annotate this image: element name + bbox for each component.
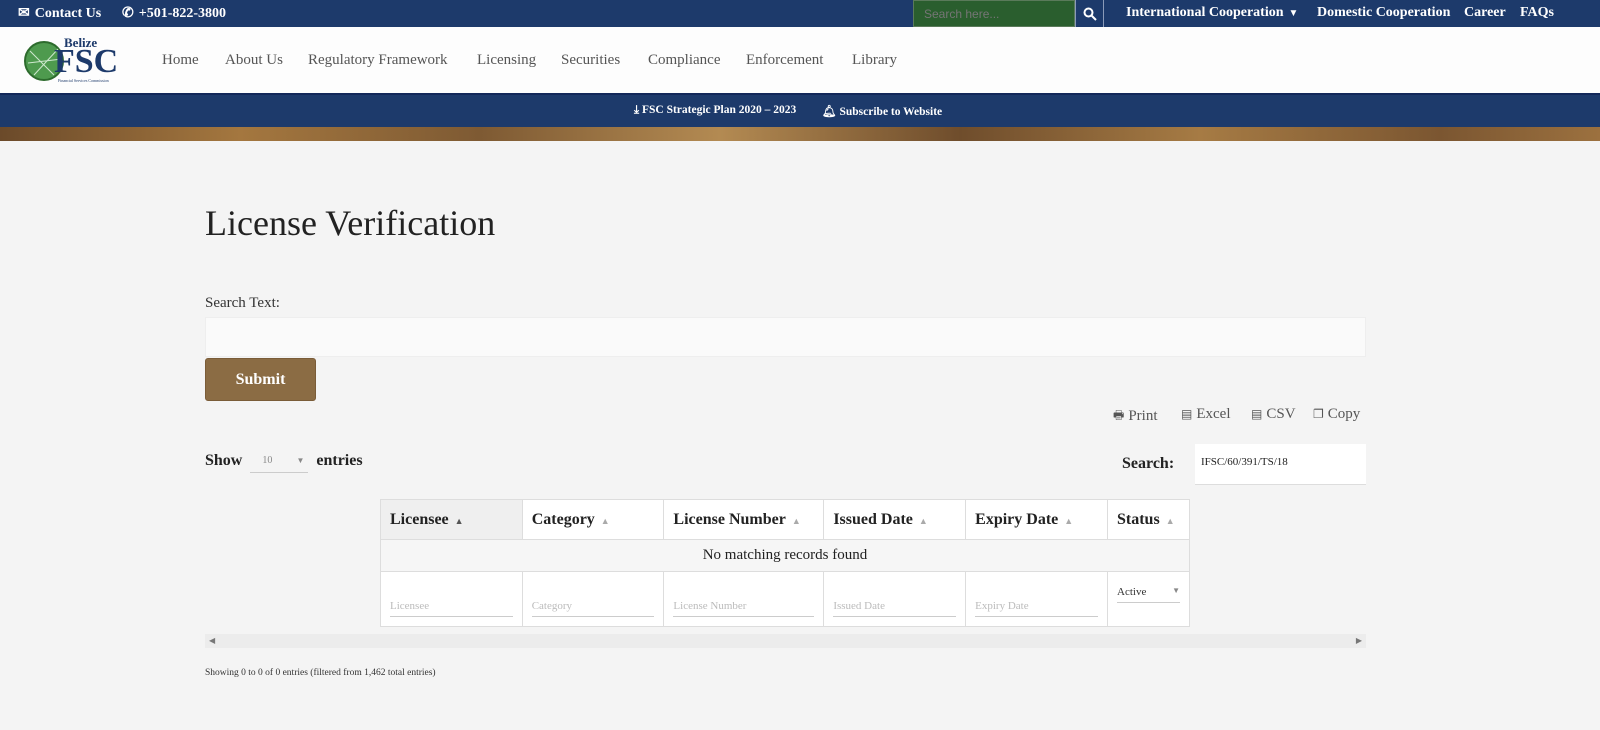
print-button[interactable]: 🖶 Print [1113, 406, 1158, 427]
faqs-link[interactable]: FAQs [1520, 5, 1554, 21]
filter-row: Licensee Category License Number Issued … [380, 571, 1190, 627]
caret-down-icon: ▼ [1172, 585, 1180, 595]
expiry-date-filter[interactable]: Expiry Date [975, 596, 1098, 617]
top-bar: ✉ Contact Us ✆ +501-822-3800 International… [0, 0, 1600, 27]
nav-about-us[interactable]: About Us [225, 52, 283, 69]
sort-icon: ▲ [600, 515, 610, 526]
nav-licensing[interactable]: Licensing [477, 52, 536, 69]
sort-icon: ▲ [1064, 515, 1074, 526]
fsc-logo[interactable]: Belize FSC Financial Services Commission [24, 35, 124, 83]
col-status[interactable]: Status ▲ [1107, 499, 1190, 540]
main-nav: Belize FSC Financial Services Commission… [0, 27, 1600, 93]
horizontal-scrollbar[interactable]: ◀ ▶ [205, 634, 1366, 648]
status-filter-select[interactable]: Active ▼ [1117, 582, 1180, 603]
nav-securities[interactable]: Securities [561, 52, 620, 69]
licensee-filter[interactable]: Licensee [390, 596, 513, 617]
nav-enforcement[interactable]: Enforcement [746, 52, 823, 69]
announcement-strip: ⤓ FSC Strategic Plan 2020 – 2023 🔔︎ Subs… [0, 93, 1600, 127]
link-label: International Cooperation [1126, 5, 1284, 20]
search-text-label: Search Text: [205, 295, 280, 311]
strategic-plan-link[interactable]: ⤓ FSC Strategic Plan 2020 – 2023 [634, 104, 796, 117]
copy-label: Copy [1327, 406, 1361, 422]
search-icon [1083, 7, 1097, 21]
logo-sub: Financial Services Commission [58, 78, 109, 83]
contact-label: Contact Us [34, 5, 102, 21]
print-icon: 🖶 [1113, 408, 1125, 422]
copy-icon: ❐ [1313, 407, 1324, 421]
license-table: Licensee ▲ Category ▲ License Number ▲ Issu… [380, 499, 1190, 627]
subscribe-label: Subscribe to Website [839, 106, 943, 118]
sort-icon: ▲ [1165, 515, 1175, 526]
status-filter-value: Active [1117, 585, 1147, 598]
length-control: Show 10 ▼ entries [205, 448, 363, 473]
international-cooperation-link[interactable]: International Cooperation ▼ [1126, 5, 1298, 21]
logo-main: FSC [54, 43, 119, 80]
table-info: Showing 0 to 0 of 0 entries (filtered fr… [205, 668, 436, 678]
site-search-input[interactable] [913, 0, 1075, 27]
nav-home[interactable]: Home [162, 52, 199, 69]
domestic-cooperation-link[interactable]: Domestic Cooperation [1317, 5, 1450, 21]
col-licensee[interactable]: Licensee ▲ [380, 499, 523, 540]
scroll-right-icon[interactable]: ▶ [1356, 636, 1362, 645]
bell-icon: 🔔︎ [822, 106, 837, 118]
csv-file-icon: ▤ [1251, 407, 1263, 421]
caret-down-icon: ▼ [296, 455, 305, 465]
csv-label: CSV [1266, 406, 1296, 422]
career-link[interactable]: Career [1464, 5, 1506, 21]
chevron-down-icon: ▼ [1288, 7, 1299, 19]
banner-image [0, 127, 1600, 141]
sort-asc-icon: ▲ [454, 515, 464, 526]
excel-button[interactable]: ▤ Excel [1181, 406, 1231, 423]
license-number-filter[interactable]: License Number [673, 596, 815, 617]
csv-button[interactable]: ▤ CSV [1251, 406, 1296, 423]
col-expiry-date[interactable]: Expiry Date ▲ [965, 499, 1108, 540]
empty-row: No matching records found [380, 539, 1190, 572]
contact-us-link[interactable]: ✉ Contact Us [18, 5, 101, 22]
table-search-label: Search: [1122, 455, 1175, 472]
copy-button[interactable]: ❐ Copy [1313, 406, 1360, 423]
search-text-input[interactable] [205, 317, 1366, 357]
phone-link[interactable]: ✆ +501-822-3800 [122, 5, 226, 22]
plan-label: FSC Strategic Plan 2020 – 2023 [641, 104, 797, 116]
excel-file-icon: ▤ [1181, 407, 1193, 421]
phone-label: +501-822-3800 [138, 5, 227, 21]
sort-icon: ▲ [918, 515, 928, 526]
excel-label: Excel [1196, 406, 1231, 422]
nav-regulatory-framework[interactable]: Regulatory Framework [308, 52, 448, 69]
download-icon: ⤓ [634, 104, 640, 116]
length-value: 10 [262, 454, 273, 466]
table-search-input[interactable]: IFSC/60/391/TS/18 [1195, 444, 1366, 485]
table-header: Licensee ▲ Category ▲ License Number ▲ Issu… [380, 499, 1190, 540]
subscribe-link[interactable]: 🔔︎ Subscribe to Website [822, 104, 942, 118]
col-category[interactable]: Category ▲ [521, 499, 665, 540]
category-filter[interactable]: Category [531, 596, 655, 617]
page-title: License Verification [205, 203, 496, 243]
site-search-button[interactable] [1075, 0, 1104, 27]
page-length-select[interactable]: 10 ▼ [250, 448, 309, 473]
print-label: Print [1128, 408, 1158, 424]
nav-library[interactable]: Library [852, 52, 897, 69]
nav-compliance[interactable]: Compliance [648, 52, 720, 69]
issued-date-filter[interactable]: Issued Date [833, 596, 957, 617]
phone-icon: ✆ [122, 6, 134, 21]
col-license-number[interactable]: License Number ▲ [663, 499, 825, 540]
no-records-message: No matching records found [380, 539, 1190, 572]
col-issued-date[interactable]: Issued Date ▲ [823, 499, 967, 540]
sort-icon: ▲ [791, 515, 801, 526]
scroll-left-icon[interactable]: ◀ [209, 636, 215, 645]
envelope-icon: ✉ [18, 6, 30, 21]
show-label: Show [205, 451, 243, 469]
submit-button[interactable]: Submit [205, 358, 316, 401]
entries-label: entries [316, 451, 363, 469]
